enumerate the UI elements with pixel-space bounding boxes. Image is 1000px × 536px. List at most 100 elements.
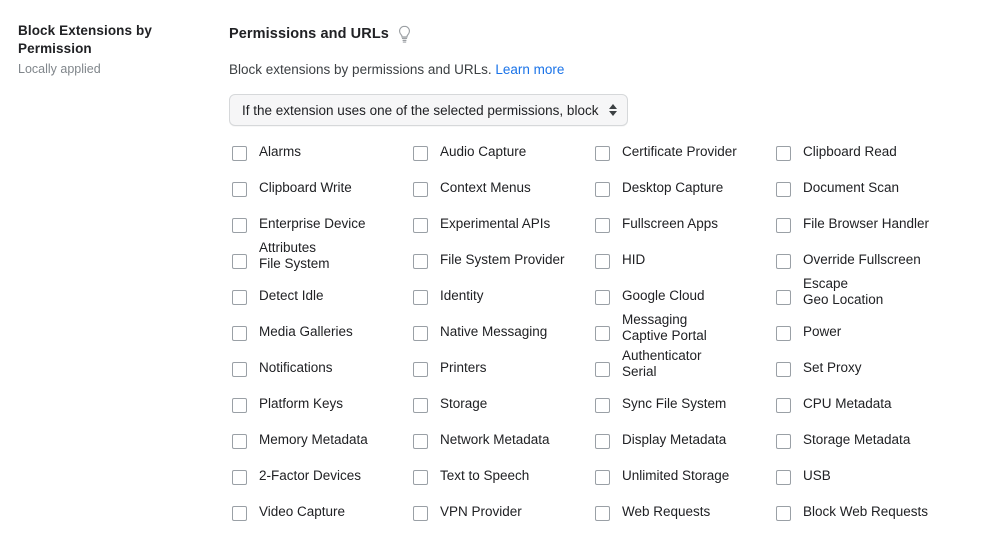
- checkbox-unchecked-icon[interactable]: [776, 146, 791, 161]
- checkbox-unchecked-icon[interactable]: [776, 326, 791, 341]
- permission-label: Enterprise Device: [259, 216, 366, 232]
- permission-checkbox-item[interactable]: Attributes File System: [232, 248, 330, 284]
- checkbox-unchecked-icon[interactable]: [776, 362, 791, 377]
- up-down-stepper-icon[interactable]: [608, 102, 618, 119]
- permission-checkbox-item[interactable]: Web Requests: [595, 500, 710, 536]
- checkbox-unchecked-icon[interactable]: [232, 218, 247, 233]
- permission-label: Memory Metadata: [259, 432, 368, 448]
- permission-checkbox-item[interactable]: Desktop Capture: [595, 176, 723, 212]
- checkbox-unchecked-icon[interactable]: [595, 362, 610, 377]
- permission-checkbox-item[interactable]: Block Web Requests: [776, 500, 928, 536]
- permission-checkbox-item[interactable]: Certificate Provider: [595, 140, 737, 176]
- permission-checkbox-item[interactable]: Detect Idle: [232, 284, 324, 320]
- checkbox-unchecked-icon[interactable]: [413, 290, 428, 305]
- checkbox-unchecked-icon[interactable]: [595, 470, 610, 485]
- permission-label: Video Capture: [259, 504, 345, 520]
- permission-checkbox-item[interactable]: Storage: [413, 392, 487, 428]
- checkbox-unchecked-icon[interactable]: [232, 254, 247, 269]
- checkbox-unchecked-icon[interactable]: [413, 254, 428, 269]
- checkbox-unchecked-icon[interactable]: [413, 182, 428, 197]
- permission-checkbox-item[interactable]: Set Proxy: [776, 356, 862, 392]
- permission-label: Clipboard Read: [803, 144, 897, 160]
- checkbox-unchecked-icon[interactable]: [232, 146, 247, 161]
- permission-checkbox-item[interactable]: Clipboard Read: [776, 140, 897, 176]
- checkbox-unchecked-icon[interactable]: [595, 218, 610, 233]
- permission-checkbox-item[interactable]: Power: [776, 320, 841, 356]
- checkbox-unchecked-icon[interactable]: [232, 290, 247, 305]
- permission-checkbox-item[interactable]: Text to Speech: [413, 464, 529, 500]
- permission-checkbox-item[interactable]: Network Metadata: [413, 428, 550, 464]
- checkbox-unchecked-icon[interactable]: [232, 182, 247, 197]
- permission-checkbox-item[interactable]: VPN Provider: [413, 500, 522, 536]
- checkbox-unchecked-icon[interactable]: [232, 506, 247, 521]
- permission-checkbox-item[interactable]: Memory Metadata: [232, 428, 368, 464]
- checkbox-unchecked-icon[interactable]: [776, 434, 791, 449]
- checkbox-unchecked-icon[interactable]: [413, 146, 428, 161]
- checkbox-unchecked-icon[interactable]: [413, 506, 428, 521]
- permission-checkbox-item[interactable]: Fullscreen Apps: [595, 212, 718, 248]
- permission-checkbox-item[interactable]: Platform Keys: [232, 392, 343, 428]
- checkbox-unchecked-icon[interactable]: [776, 506, 791, 521]
- checkbox-unchecked-icon[interactable]: [595, 434, 610, 449]
- permission-checkbox-item[interactable]: Document Scan: [776, 176, 899, 212]
- checkbox-unchecked-icon[interactable]: [776, 398, 791, 413]
- permission-checkbox-item[interactable]: Sync File System: [595, 392, 726, 428]
- permission-checkbox-item[interactable]: Printers: [413, 356, 487, 392]
- permission-checkbox-item[interactable]: Video Capture: [232, 500, 345, 536]
- checkbox-unchecked-icon[interactable]: [595, 182, 610, 197]
- checkbox-unchecked-icon[interactable]: [232, 470, 247, 485]
- checkbox-unchecked-icon[interactable]: [776, 470, 791, 485]
- permission-checkbox-item[interactable]: Display Metadata: [595, 428, 726, 464]
- checkbox-unchecked-icon[interactable]: [776, 254, 791, 269]
- permission-checkbox-item[interactable]: Context Menus: [413, 176, 531, 212]
- checkbox-unchecked-icon[interactable]: [595, 254, 610, 269]
- permission-checkbox-item[interactable]: HID: [595, 248, 645, 284]
- panel-heading: Permissions and URLs: [229, 24, 413, 43]
- permission-label: Desktop Capture: [622, 180, 723, 196]
- checkbox-unchecked-icon[interactable]: [595, 146, 610, 161]
- permission-checkbox-item[interactable]: File System Provider: [413, 248, 565, 284]
- checkbox-unchecked-icon[interactable]: [413, 470, 428, 485]
- permission-checkbox-item[interactable]: Authenticator Serial: [595, 356, 702, 392]
- permission-checkbox-item[interactable]: Alarms: [232, 140, 301, 176]
- permission-checkbox-item[interactable]: CPU Metadata: [776, 392, 892, 428]
- checkbox-unchecked-icon[interactable]: [232, 398, 247, 413]
- permission-checkbox-item[interactable]: Storage Metadata: [776, 428, 910, 464]
- learn-more-link[interactable]: Learn more: [495, 62, 564, 77]
- permission-label: Text to Speech: [440, 468, 529, 484]
- permission-checkbox-item[interactable]: Audio Capture: [413, 140, 526, 176]
- permission-checkbox-item[interactable]: File Browser Handler: [776, 212, 929, 248]
- block-mode-select[interactable]: If the extension uses one of the selecte…: [229, 94, 628, 126]
- checkbox-unchecked-icon[interactable]: [776, 218, 791, 233]
- checkbox-unchecked-icon[interactable]: [413, 434, 428, 449]
- permission-checkbox-item[interactable]: Native Messaging: [413, 320, 547, 356]
- checkbox-unchecked-icon[interactable]: [413, 326, 428, 341]
- permission-label: Certificate Provider: [622, 144, 737, 160]
- checkbox-unchecked-icon[interactable]: [595, 326, 610, 341]
- checkbox-unchecked-icon[interactable]: [595, 506, 610, 521]
- permission-label: File System Provider: [440, 252, 565, 268]
- permission-checkbox-item[interactable]: Unlimited Storage: [595, 464, 729, 500]
- checkbox-unchecked-icon[interactable]: [413, 218, 428, 233]
- checkbox-unchecked-icon[interactable]: [595, 290, 610, 305]
- permission-checkbox-item[interactable]: USB: [776, 464, 831, 500]
- checkbox-unchecked-icon[interactable]: [232, 434, 247, 449]
- checkbox-unchecked-icon[interactable]: [232, 362, 247, 377]
- lightbulb-icon[interactable]: [396, 25, 413, 44]
- checkbox-unchecked-icon[interactable]: [776, 290, 791, 305]
- permission-label: Storage Metadata: [803, 432, 910, 448]
- checkbox-unchecked-icon[interactable]: [413, 362, 428, 377]
- permission-checkbox-item[interactable]: Media Galleries: [232, 320, 353, 356]
- permission-checkbox-item[interactable]: Experimental APIs: [413, 212, 550, 248]
- permission-checkbox-item[interactable]: Clipboard Write: [232, 176, 352, 212]
- permission-checkbox-item[interactable]: Escape Geo Location: [776, 284, 883, 320]
- checkbox-unchecked-icon[interactable]: [232, 326, 247, 341]
- permission-checkbox-item[interactable]: Notifications: [232, 356, 333, 392]
- checkbox-unchecked-icon[interactable]: [595, 398, 610, 413]
- permission-label: Messaging Captive Portal: [622, 312, 707, 344]
- checkbox-unchecked-icon[interactable]: [413, 398, 428, 413]
- permission-label: Document Scan: [803, 180, 899, 196]
- checkbox-unchecked-icon[interactable]: [776, 182, 791, 197]
- permission-checkbox-item[interactable]: 2-Factor Devices: [232, 464, 361, 500]
- permission-checkbox-item[interactable]: Identity: [413, 284, 484, 320]
